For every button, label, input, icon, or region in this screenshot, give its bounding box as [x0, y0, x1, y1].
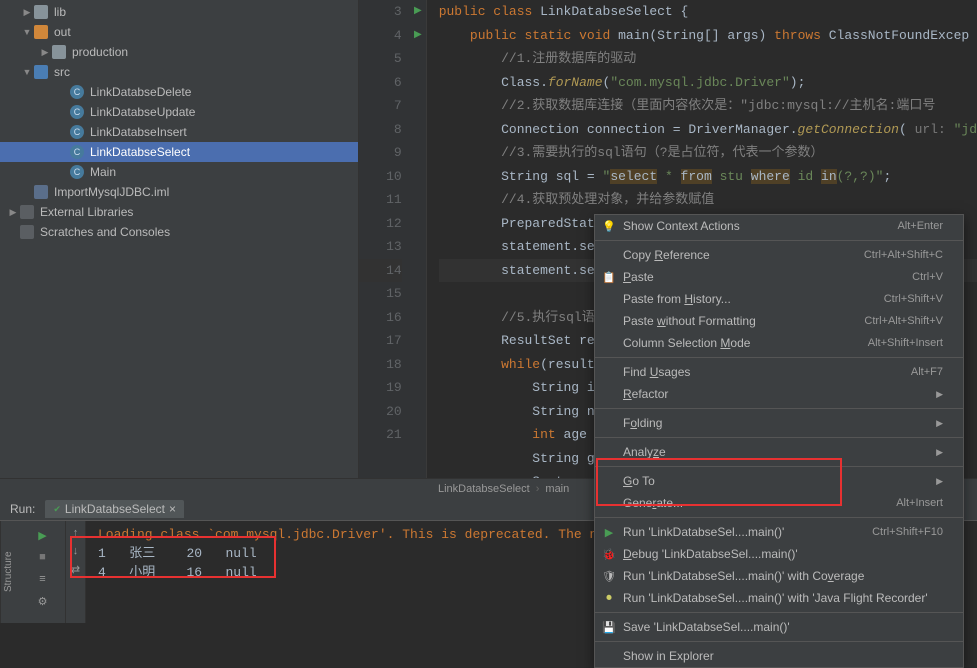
up-icon[interactable]: ↑ [66, 527, 85, 539]
context-menu: 💡Show Context ActionsAlt+Enter Copy Refe… [594, 214, 964, 668]
menu-save-config[interactable]: 💾Save 'LinkDatabseSel....main()' [595, 616, 963, 638]
menu-debug[interactable]: 🐞Debug 'LinkDatabseSel....main()' [595, 543, 963, 565]
tree-external-libs[interactable]: ▶External Libraries [0, 202, 358, 222]
close-tab-icon[interactable]: × [169, 502, 176, 516]
bulb-icon: 💡 [601, 220, 617, 233]
menu-paste-history[interactable]: Paste from History...Ctrl+Shift+V [595, 288, 963, 310]
tree-scratches[interactable]: ▶Scratches and Consoles [0, 222, 358, 242]
menu-copy-reference[interactable]: Copy ReferenceCtrl+Alt+Shift+C [595, 244, 963, 266]
stop-icon[interactable]: ■ [35, 549, 51, 565]
menu-paste-no-format[interactable]: Paste without FormattingCtrl+Alt+Shift+V [595, 310, 963, 332]
run-ok-icon: ✔ [53, 504, 61, 515]
tree-file-delete[interactable]: ▶CLinkDatabseDelete [0, 82, 358, 102]
breadcrumb-class[interactable]: LinkDatabseSelect [438, 483, 530, 495]
debug-icon: 🐞 [601, 548, 617, 561]
tree-file-main[interactable]: ▶CMain [0, 162, 358, 182]
scratches-icon [20, 225, 34, 239]
menu-find-usages[interactable]: Find UsagesAlt+F7 [595, 361, 963, 383]
class-icon: C [70, 165, 84, 179]
menu-analyze[interactable]: Analyze▶ [595, 441, 963, 463]
tree-lib[interactable]: ▶lib [0, 2, 358, 22]
run-side-icons: ↑ ↓ ⇄ [66, 521, 86, 623]
tree-file-update[interactable]: ▶CLinkDatabseUpdate [0, 102, 358, 122]
library-icon [20, 205, 34, 219]
wrap-icon[interactable]: ⇄ [66, 563, 85, 576]
editor-gutter: 3▶ 4▶ 567 8910 111213 1415 161718 192021 [359, 0, 427, 478]
menu-run[interactable]: ▶Run 'LinkDatabseSel....main()'Ctrl+Shif… [595, 521, 963, 543]
menu-folding[interactable]: Folding▶ [595, 412, 963, 434]
tree-file-select[interactable]: ▶CLinkDatabseSelect [0, 142, 358, 162]
flight-icon: ⏺ [601, 592, 617, 605]
structure-tab[interactable]: Structure [0, 521, 20, 623]
run-toolbar: ▶ ■ ≡ ⚙ [20, 521, 66, 623]
breadcrumb-method[interactable]: main [545, 483, 569, 495]
folder-icon [34, 5, 48, 19]
class-icon: C [70, 145, 84, 159]
run-label: Run: [10, 502, 35, 516]
run-gutter-icon[interactable]: ▶ [414, 24, 422, 48]
tree-src[interactable]: ▼src [0, 62, 358, 82]
tree-out[interactable]: ▼out [0, 22, 358, 42]
layout-icon[interactable]: ≡ [35, 571, 51, 587]
project-tree: ▶lib ▼out ▶production ▼src ▶CLinkDatabse… [0, 0, 359, 478]
folder-icon [34, 65, 48, 79]
run-tab[interactable]: ✔ LinkDatabseSelect × [45, 500, 184, 518]
rerun-icon[interactable]: ▶ [35, 527, 51, 543]
menu-goto[interactable]: Go To▶ [595, 470, 963, 492]
tree-file-insert[interactable]: ▶CLinkDatabseInsert [0, 122, 358, 142]
menu-run-flight[interactable]: ⏺Run 'LinkDatabseSel....main()' with 'Ja… [595, 587, 963, 609]
menu-paste[interactable]: 📋PasteCtrl+V [595, 266, 963, 288]
iml-icon [34, 185, 48, 199]
down-icon[interactable]: ↓ [66, 545, 85, 557]
folder-icon [52, 45, 66, 59]
run-icon: ▶ [601, 526, 617, 539]
class-icon: C [70, 125, 84, 139]
menu-generate[interactable]: Generate...Alt+Insert [595, 492, 963, 514]
settings-icon[interactable]: ⚙ [35, 593, 51, 609]
menu-run-coverage[interactable]: 🛡Run 'LinkDatabseSel....main()' with Cov… [595, 565, 963, 587]
class-icon: C [70, 105, 84, 119]
paste-icon: 📋 [601, 271, 617, 284]
run-gutter-icon[interactable]: ▶ [414, 0, 422, 24]
tree-production[interactable]: ▶production [0, 42, 358, 62]
folder-icon [34, 25, 48, 39]
menu-refactor[interactable]: Refactor▶ [595, 383, 963, 405]
tree-iml[interactable]: ▶ImportMysqlJDBC.iml [0, 182, 358, 202]
coverage-icon: 🛡 [601, 570, 617, 583]
menu-show-explorer[interactable]: Show in Explorer [595, 645, 963, 667]
menu-column-mode[interactable]: Column Selection ModeAlt+Shift+Insert [595, 332, 963, 354]
class-icon: C [70, 85, 84, 99]
save-icon: 💾 [601, 621, 617, 634]
menu-show-context-actions[interactable]: 💡Show Context ActionsAlt+Enter [595, 215, 963, 237]
